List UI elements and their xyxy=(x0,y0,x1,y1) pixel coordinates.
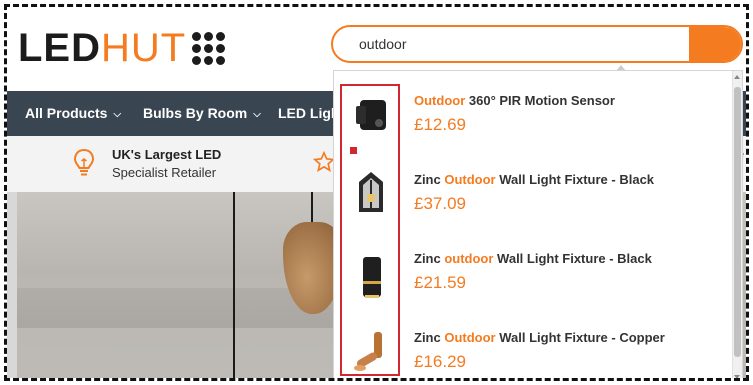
product-color-swatch xyxy=(350,147,357,154)
scrollbar-thumb[interactable] xyxy=(734,87,741,357)
logo-dots-icon xyxy=(192,31,226,65)
result-match-highlight: outdoor xyxy=(444,251,494,266)
result-title: Outdoor 360° PIR Motion Sensor xyxy=(414,93,615,108)
result-price: £16.29 xyxy=(414,352,466,371)
hero-pendant-cord xyxy=(233,192,235,378)
search-input[interactable] xyxy=(359,27,679,61)
product-thumbnail xyxy=(363,257,381,298)
chevron-down-icon: ⌵ xyxy=(113,109,122,120)
lightbulb-icon xyxy=(73,148,95,176)
result-match-highlight: Outdoor xyxy=(444,330,496,345)
nav-item-label: All Products xyxy=(25,105,108,121)
search-result-item[interactable]: Zinc Outdoor Wall Light Fixture - Copper… xyxy=(334,320,730,378)
product-thumbnail xyxy=(354,332,382,371)
search-button[interactable] xyxy=(689,27,741,61)
nav-item-label: LED Ligh xyxy=(278,105,340,121)
search-results-dropdown: Outdoor 360° PIR Motion Sensor £12.69 Zi… xyxy=(333,70,743,378)
logo-led-text: LED xyxy=(18,25,101,70)
scroll-down-arrow-icon[interactable] xyxy=(734,375,740,378)
usp-title: UK's Largest LED xyxy=(112,147,222,162)
result-title: Zinc outdoor Wall Light Fixture - Black xyxy=(414,251,652,266)
ledhut-logo[interactable]: LED HUT xyxy=(18,25,226,70)
nav-item-led-lighting[interactable]: LED Ligh xyxy=(278,91,339,136)
result-price: £21.59 xyxy=(414,273,466,292)
result-price: £12.69 xyxy=(414,115,466,134)
search-result-item[interactable]: Zinc Outdoor Wall Light Fixture - Black … xyxy=(334,162,730,241)
nav-item-label: Bulbs By Room xyxy=(143,105,248,121)
search-box xyxy=(331,25,743,63)
result-title: Zinc Outdoor Wall Light Fixture - Copper xyxy=(414,330,665,345)
product-thumbnail xyxy=(359,172,383,212)
search-result-item[interactable]: Zinc outdoor Wall Light Fixture - Black … xyxy=(334,241,730,320)
usp-subtitle: Specialist Retailer xyxy=(112,165,217,180)
search-result-item[interactable]: Outdoor 360° PIR Motion Sensor £12.69 xyxy=(334,83,730,162)
product-thumbnail xyxy=(356,100,386,130)
nav-item-all-products[interactable]: All Products ⌵ xyxy=(25,91,121,136)
result-price: £37.09 xyxy=(414,194,466,213)
result-title: Zinc Outdoor Wall Light Fixture - Black xyxy=(414,172,655,187)
star-icon xyxy=(313,151,335,172)
dropdown-scrollbar[interactable] xyxy=(732,71,742,378)
screenshot-frame: LED HUT All Products ⌵ Bulbs By Room ⌵ LED… xyxy=(4,4,749,381)
chevron-down-icon: ⌵ xyxy=(253,109,261,120)
hero-pendant-cord xyxy=(311,192,313,226)
hero-left-edge xyxy=(7,192,17,378)
logo-hut-text: HUT xyxy=(101,25,187,70)
scroll-up-arrow-icon[interactable] xyxy=(734,75,740,79)
nav-item-bulbs-by-room[interactable]: Bulbs By Room ⌵ xyxy=(143,91,261,136)
result-match-highlight: Outdoor xyxy=(444,172,496,187)
result-match-highlight: Outdoor xyxy=(414,93,466,108)
